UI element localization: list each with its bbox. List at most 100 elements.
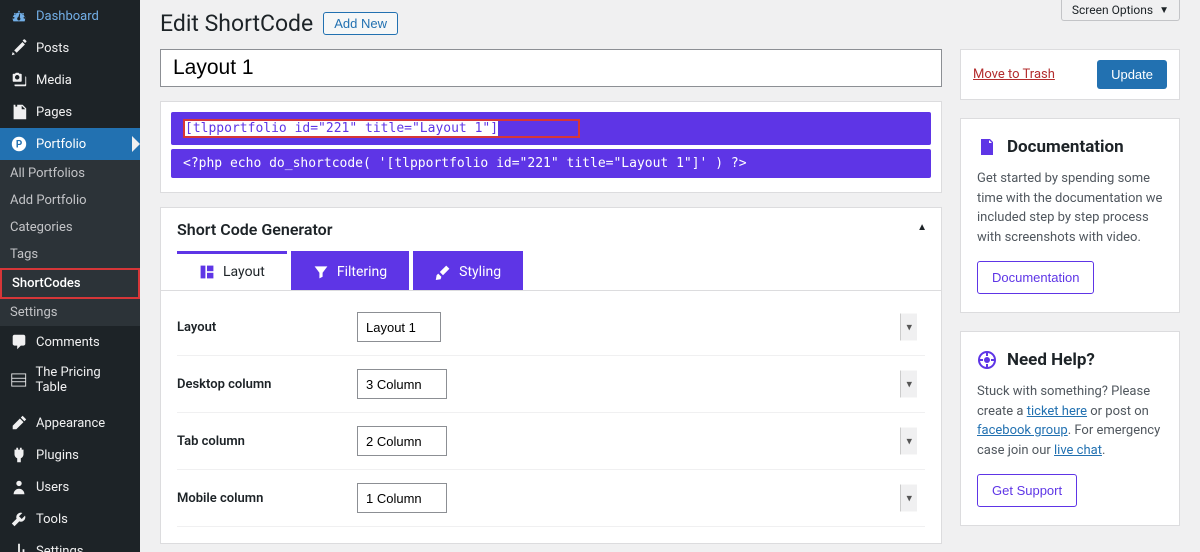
desktop-column-label: Desktop column xyxy=(177,377,357,392)
comments-icon xyxy=(10,333,28,351)
tab-label: Filtering xyxy=(337,264,387,280)
appearance-icon xyxy=(10,414,28,432)
settings-icon xyxy=(10,542,28,552)
update-button[interactable]: Update xyxy=(1097,60,1167,89)
collapse-icon[interactable]: ▲ xyxy=(917,222,927,233)
sidebar-right: Move to Trash Update Documentation Get s… xyxy=(960,49,1180,544)
plugins-icon xyxy=(10,446,28,464)
layout-icon xyxy=(199,264,215,280)
shortcode-line[interactable]: [tlpportfolio id="221" title="Layout 1"] xyxy=(171,112,931,145)
sidebar-sub-add-portfolio[interactable]: Add Portfolio xyxy=(0,187,140,214)
form-row-desktop: Desktop column 3 Column xyxy=(177,356,925,413)
move-to-trash-link[interactable]: Move to Trash xyxy=(973,67,1055,82)
page-title: Edit ShortCode xyxy=(160,10,313,37)
layout-label: Layout xyxy=(177,320,357,335)
help-icon xyxy=(977,350,997,370)
page-header: Edit ShortCode Add New xyxy=(160,10,1180,37)
dashboard-icon xyxy=(10,7,28,25)
sidebar-label: Comments xyxy=(36,335,100,350)
portfolio-icon: P xyxy=(10,135,28,153)
add-new-button[interactable]: Add New xyxy=(323,12,398,35)
generator-tabs: Layout Filtering Styling xyxy=(161,251,941,291)
tab-label: Styling xyxy=(459,264,501,280)
form-row-mobile: Mobile column 1 Column xyxy=(177,470,925,527)
sidebar-label: Pages xyxy=(36,105,72,120)
layout-select[interactable]: Layout 1 xyxy=(357,312,441,342)
sidebar-label: Tools xyxy=(36,512,68,527)
svg-text:P: P xyxy=(16,140,22,151)
tab-column-select[interactable]: 2 Column xyxy=(357,426,447,456)
desktop-column-select[interactable]: 3 Column xyxy=(357,369,447,399)
sidebar-item-appearance[interactable]: Appearance xyxy=(0,407,140,439)
form-row-layout: Layout Layout 1 xyxy=(177,299,925,356)
pages-icon xyxy=(10,103,28,121)
sidebar-item-plugins[interactable]: Plugins xyxy=(0,439,140,471)
shortcode-text: [tlpportfolio id="221" title="Layout 1"] xyxy=(185,121,498,136)
sidebar-item-portfolio[interactable]: P Portfolio xyxy=(0,128,140,160)
sidebar-item-settings[interactable]: Settings xyxy=(0,535,140,552)
sidebar-item-media[interactable]: Media xyxy=(0,64,140,96)
tools-icon xyxy=(10,510,28,528)
users-icon xyxy=(10,478,28,496)
sidebar-item-users[interactable]: Users xyxy=(0,471,140,503)
sidebar-item-comments[interactable]: Comments xyxy=(0,326,140,358)
generator-title: Short Code Generator ▲ xyxy=(161,208,941,251)
screen-options-toggle[interactable]: Screen Options ▼ xyxy=(1061,0,1180,21)
help-title: Need Help? xyxy=(1007,350,1095,370)
mobile-column-label: Mobile column xyxy=(177,491,357,506)
sidebar-label: Media xyxy=(36,73,72,88)
tab-filtering[interactable]: Filtering xyxy=(291,251,409,290)
media-icon xyxy=(10,71,28,89)
facebook-link[interactable]: facebook group xyxy=(977,423,1068,438)
chevron-down-icon: ▼ xyxy=(1159,5,1169,16)
sidebar-sub-tags[interactable]: Tags xyxy=(0,241,140,268)
sidebar-label: Users xyxy=(36,480,69,495)
screen-options-label: Screen Options xyxy=(1072,3,1153,17)
documentation-box: Documentation Get started by spending so… xyxy=(960,118,1180,313)
generator-form: Layout Layout 1 Desktop column 3 Column … xyxy=(161,291,941,543)
tab-label: Layout xyxy=(223,264,265,280)
publish-box: Move to Trash Update xyxy=(960,49,1180,100)
sidebar-label: Portfolio xyxy=(36,137,86,152)
sidebar-sub-settings[interactable]: Settings xyxy=(0,299,140,326)
shortcode-generator-box: Short Code Generator ▲ Layout xyxy=(160,207,942,544)
sidebar-item-tools[interactable]: Tools xyxy=(0,503,140,535)
sidebar-label: Posts xyxy=(36,41,69,56)
tab-styling[interactable]: Styling xyxy=(413,251,523,290)
sidebar-label: Appearance xyxy=(36,416,105,431)
brush-icon xyxy=(435,264,451,280)
sidebar-sub-all-portfolios[interactable]: All Portfolios xyxy=(0,160,140,187)
sidebar-label: Dashboard xyxy=(36,9,99,24)
form-row-tab: Tab column 2 Column xyxy=(177,413,925,470)
filter-icon xyxy=(313,264,329,280)
mobile-column-select[interactable]: 1 Column xyxy=(357,483,447,513)
sidebar-item-dashboard[interactable]: Dashboard xyxy=(0,0,140,32)
sidebar-label: Plugins xyxy=(36,448,79,463)
help-text: Stuck with something? Please create a ti… xyxy=(977,382,1163,460)
php-shortcode-text: <?php echo do_shortcode( '[tlpportfolio … xyxy=(183,156,747,171)
ticket-link[interactable]: ticket here xyxy=(1027,404,1087,419)
tab-layout[interactable]: Layout xyxy=(177,251,287,290)
sidebar-label: The Pricing Table xyxy=(35,365,132,395)
php-shortcode-line[interactable]: <?php echo do_shortcode( '[tlpportfolio … xyxy=(171,149,931,178)
tab-column-label: Tab column xyxy=(177,434,357,449)
documentation-text: Get started by spending some time with t… xyxy=(977,169,1163,247)
title-input[interactable] xyxy=(160,49,942,87)
help-box: Need Help? Stuck with something? Please … xyxy=(960,331,1180,526)
get-support-button[interactable]: Get Support xyxy=(977,474,1077,507)
documentation-button[interactable]: Documentation xyxy=(977,261,1094,294)
sidebar-sub-shortcodes[interactable]: ShortCodes xyxy=(0,268,140,299)
sidebar-item-pages[interactable]: Pages xyxy=(0,96,140,128)
sidebar-sub-categories[interactable]: Categories xyxy=(0,214,140,241)
livechat-link[interactable]: live chat xyxy=(1054,443,1102,458)
posts-icon xyxy=(10,39,28,57)
main-content: Screen Options ▼ Edit ShortCode Add New … xyxy=(140,0,1200,552)
sidebar-label: Settings xyxy=(36,544,83,552)
documentation-title: Documentation xyxy=(1007,137,1124,157)
documentation-icon xyxy=(977,137,997,157)
admin-sidebar: Dashboard Posts Media Pages P Portfolio … xyxy=(0,0,140,552)
sidebar-item-posts[interactable]: Posts xyxy=(0,32,140,64)
shortcode-display-box: [tlpportfolio id="221" title="Layout 1"]… xyxy=(160,101,942,193)
sidebar-item-pricing-table[interactable]: The Pricing Table xyxy=(0,358,140,402)
table-icon xyxy=(10,371,27,389)
